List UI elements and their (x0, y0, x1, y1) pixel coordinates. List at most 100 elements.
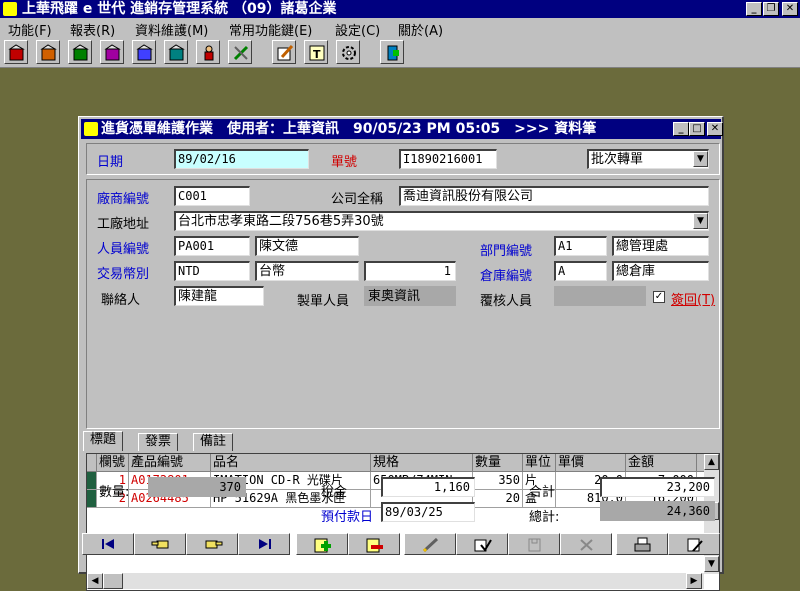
maker-label: 製單人員 (297, 294, 350, 309)
column-header-product-code[interactable]: 產品編號 (129, 454, 211, 472)
staff-name-field[interactable]: 陳文德 (255, 236, 359, 256)
tab-notes[interactable]: 備註 (193, 433, 234, 451)
save-record-button[interactable] (456, 533, 508, 555)
save-check-icon (474, 539, 492, 552)
column-header-amount[interactable]: 金額 (626, 454, 697, 472)
exit-button[interactable] (668, 533, 720, 555)
company-name-field[interactable]: 喬迪資訊股份有限公司 (399, 186, 709, 206)
scroll-right-icon[interactable]: ▶ (686, 573, 702, 589)
dept-code-field[interactable]: A1 (554, 236, 607, 256)
scroll-up-icon[interactable]: ▲ (704, 454, 719, 470)
vendor-code-label: 廠商編號 (97, 192, 150, 207)
horizontal-scrollbar[interactable]: ◀ ▶ (87, 573, 704, 589)
app-minimize-button[interactable]: _ (746, 2, 762, 16)
tax-field[interactable]: 1,160 (381, 477, 475, 497)
toolbar-tools-button[interactable] (228, 40, 252, 64)
column-header-unit[interactable]: 單位 (523, 454, 556, 472)
box-icon (168, 44, 185, 61)
scroll-down-icon[interactable]: ▼ (704, 556, 719, 572)
next-record-button[interactable] (186, 533, 238, 555)
batch-transfer-select[interactable]: 批次轉單 ▼ (587, 149, 709, 169)
prev-record-button[interactable] (134, 533, 186, 555)
print-button[interactable] (616, 533, 668, 555)
toolbar-person-button[interactable] (196, 40, 220, 64)
scroll-left-icon[interactable]: ◀ (87, 573, 103, 589)
return-checkbox[interactable]: ✓ (653, 291, 665, 303)
column-header-spec[interactable]: 規格 (371, 454, 473, 472)
cell-qty[interactable]: 20 (473, 490, 523, 508)
toolbar-purchase-button[interactable] (4, 40, 28, 64)
vendor-code-field[interactable]: C001 (174, 186, 250, 206)
tab-invoice[interactable]: 發票 (138, 433, 179, 451)
cell-qty[interactable]: 350 (473, 472, 523, 490)
return-label[interactable]: 簽回(T) (671, 289, 715, 308)
toolbar-query-button[interactable] (164, 40, 188, 64)
toolbar-inventory-button[interactable] (132, 40, 156, 64)
subtotal-field: 23,200 (600, 477, 715, 497)
tab-title[interactable]: 標題 (83, 431, 124, 451)
order-number-label: 單號 (331, 155, 358, 170)
row-selector-current[interactable] (87, 472, 97, 490)
disk-icon (528, 538, 541, 552)
window-close-button[interactable]: ✕ (707, 122, 723, 136)
menu-shortcuts[interactable]: 常用功能鍵(E) (229, 20, 312, 39)
toolbar-exit-button[interactable] (380, 40, 404, 64)
window-minimize-button[interactable]: _ (673, 122, 689, 136)
currency-name-field[interactable]: 台幣 (255, 261, 359, 281)
first-record-icon (102, 539, 114, 549)
prepay-date-field[interactable]: 89/03/25 (381, 502, 475, 522)
toolbar-stock-button[interactable] (68, 40, 92, 64)
date-field[interactable]: 89/02/16 (174, 149, 309, 169)
dept-name-field[interactable]: 總管理處 (612, 236, 709, 256)
order-number-field[interactable]: I1890216001 (399, 149, 497, 169)
chevron-down-icon[interactable]: ▼ (693, 151, 708, 167)
menu-function[interactable]: 功能(F) (8, 20, 52, 39)
first-record-button[interactable] (82, 533, 134, 555)
window-maximize-button[interactable]: □ (689, 122, 705, 136)
toolbar-text-button[interactable]: T (304, 40, 328, 64)
app-close-button[interactable]: ✕ (782, 2, 798, 16)
column-header-no[interactable]: 欄號 (97, 454, 129, 472)
scroll-h-thumb[interactable] (103, 573, 123, 589)
tools-icon (233, 45, 249, 61)
toolbar-settings-button[interactable] (336, 40, 360, 64)
staff-code-field[interactable]: PA001 (174, 236, 250, 256)
toolbar-sales-button[interactable] (36, 40, 60, 64)
date-label: 日期 (97, 155, 124, 170)
menu-data-maintenance[interactable]: 資料維護(M) (135, 20, 208, 39)
app-restore-button[interactable]: ❐ (763, 2, 779, 16)
column-header-qty[interactable]: 數量 (473, 454, 523, 472)
staff-code-label: 人員編號 (97, 242, 150, 257)
menu-about[interactable]: 關於(A) (398, 20, 443, 39)
app-title-bar: 上華飛躍 e 世代 進銷存管理系統 （09）諸葛企業 _ ❐ ✕ (0, 0, 800, 18)
column-header-unit-price[interactable]: 單價 (556, 454, 626, 472)
column-header-product-name[interactable]: 品名 (211, 454, 371, 472)
delete-record-button[interactable] (348, 533, 400, 555)
reviewer-field (554, 286, 646, 306)
factory-address-select[interactable]: 台北市忠孝東路二段756巷5弄30號 ▼ (174, 211, 709, 231)
exit-door-icon (387, 45, 399, 61)
warehouse-name-field[interactable]: 總倉庫 (612, 261, 709, 281)
company-name-label: 公司全稱 (331, 192, 384, 207)
reviewer-label: 覆核人員 (480, 294, 533, 309)
chevron-down-icon[interactable]: ▼ (693, 213, 708, 229)
edit-record-button[interactable] (404, 533, 456, 555)
menu-report[interactable]: 報表(R) (70, 20, 115, 39)
box-icon (72, 44, 89, 61)
row-selector[interactable] (87, 490, 97, 508)
menu-settings[interactable]: 設定(C) (335, 20, 380, 39)
purchase-voucher-window: 進貨憑單維護作業 使用者：上華資訊 90/05/23 PM 05:05 >>> … (78, 116, 724, 591)
toolbar-transfer-button[interactable] (100, 40, 124, 64)
exchange-rate-field[interactable]: 1 (364, 261, 456, 281)
gear-icon (342, 46, 356, 60)
hand-right-icon (205, 540, 223, 549)
factory-address-label: 工廠地址 (97, 217, 150, 232)
form-panel: 廠商編號 C001 公司全稱 喬迪資訊股份有限公司 工廠地址 台北市忠孝東路二段… (86, 179, 720, 429)
add-record-button[interactable] (296, 533, 348, 555)
last-record-button[interactable] (238, 533, 290, 555)
warehouse-code-field[interactable]: A (554, 261, 607, 281)
svg-text:T: T (313, 48, 321, 61)
currency-code-field[interactable]: NTD (174, 261, 250, 281)
toolbar-edit-button[interactable] (272, 40, 296, 64)
contact-field[interactable]: 陳建龍 (174, 286, 264, 306)
